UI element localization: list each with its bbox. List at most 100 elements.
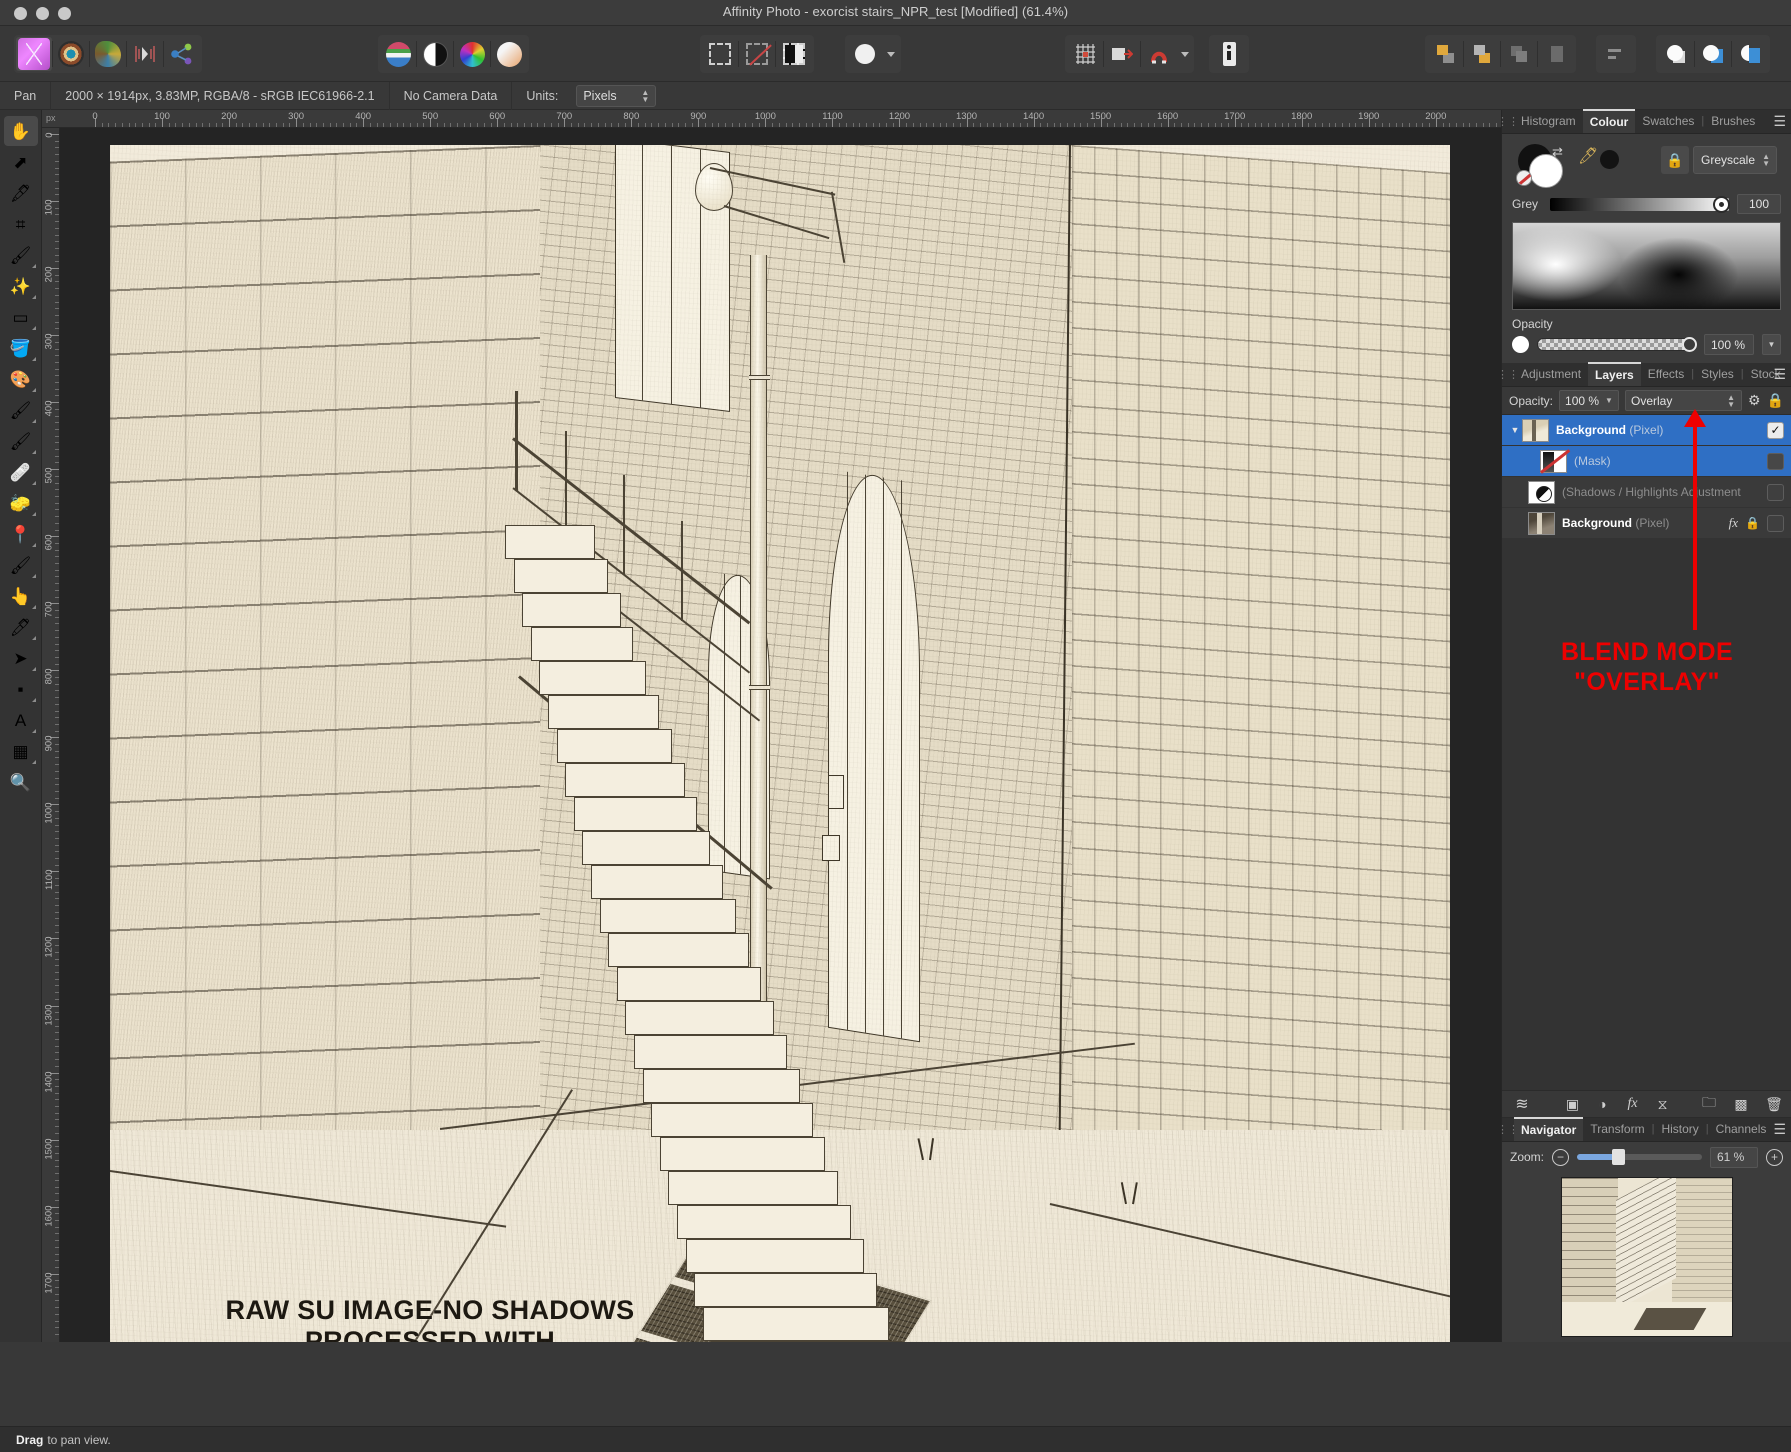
zoom-out-icon[interactable]: − [1552,1148,1570,1166]
table-row[interactable]: (Shadows / Highlights Adjustment [1502,477,1791,508]
navigator-preview[interactable] [1502,1172,1791,1342]
expand-collapse-icon[interactable]: ▼ [1508,425,1522,435]
no-colour-icon[interactable] [1516,170,1532,186]
mask-icon[interactable]: ▣ [1558,1096,1588,1113]
navigator-thumbnail[interactable] [1560,1177,1733,1337]
panel-menu-icon[interactable]: ☰ [1773,1122,1786,1136]
table-row[interactable]: Background (Pixel) fx 🔒 [1502,508,1791,539]
colour-gradient-field[interactable] [1512,222,1781,310]
panel-menu-icon[interactable]: ☰ [1773,367,1786,381]
clone-brush-tool[interactable]: 📍 [4,519,38,549]
liquify-persona-icon[interactable] [53,37,89,71]
move-to-front-icon[interactable] [1427,37,1463,71]
slider-knob[interactable] [1682,337,1697,352]
colour-opacity-slider[interactable] [1537,337,1697,352]
layer-visibility-checkbox[interactable] [1767,483,1784,501]
colour-wheel-icon[interactable] [454,37,490,71]
tab-brushes[interactable]: Brushes [1704,109,1762,133]
paint-mixer-tool[interactable]: 🎨 [4,364,38,394]
lock-layer-icon[interactable]: 🔒 [1767,392,1784,409]
pixel-layer-icon[interactable]: ▩ [1725,1096,1757,1113]
tab-swatches[interactable]: Swatches [1635,109,1701,133]
rectangle-shape-tool[interactable]: ▪ [4,674,38,704]
blemish-removal-tool[interactable]: ✨ [4,271,38,301]
panel-grip-icon[interactable]: ⋮⋮ [1497,109,1519,133]
move-forward-icon[interactable] [1464,37,1500,71]
blend-right-icon[interactable] [1732,37,1768,71]
artistic-text-tool[interactable]: A [4,705,38,735]
colour-model-select[interactable]: Greyscale ▲ ▼ [1693,146,1777,174]
grey-channel-slider[interactable] [1550,195,1730,213]
undo-brush-tool[interactable]: 🖌 [4,550,38,580]
snap-to-icon[interactable] [1104,37,1140,71]
tab-channels[interactable]: Channels [1709,1117,1774,1141]
canvas-viewport[interactable]: RAW SU IMAGE-NO SHADOWS PROCESSED WITH P… [60,128,1501,1342]
colour-adjust-icon[interactable] [380,37,416,71]
layer-opacity-field[interactable]: 100 % ▼ [1559,390,1620,411]
layer-visibility-checkbox[interactable] [1767,514,1784,532]
zoom-slider[interactable] [1577,1149,1702,1165]
blend-left-icon[interactable] [1658,37,1694,71]
dodge-brush-tool[interactable]: 🧽 [4,488,38,518]
table-row[interactable]: ▼ Background (Pixel) ✓ [1502,415,1791,446]
group-icon[interactable]: 🗀 [1693,1092,1725,1116]
grey-channel-value[interactable]: 100 [1737,194,1781,214]
units-select[interactable]: Pixels ▲ ▼ [576,84,657,107]
delete-layer-icon[interactable]: 🗑 [1757,1096,1791,1113]
magnet-dropdown-caret-icon[interactable] [1177,37,1192,71]
layer-visibility-checkbox[interactable]: ✓ [1767,421,1784,439]
blend-options-gear-icon[interactable]: ⚙ [1748,392,1761,409]
colour-picker-icon[interactable]: 🖊 [1578,146,1598,166]
adjustment-icon[interactable]: ◑ [1588,1096,1618,1112]
move-tool[interactable]: ⬈ [4,147,38,177]
node-tool[interactable]: ➤ [4,643,38,673]
colour-picker-tool[interactable]: 🖋 [4,178,38,208]
picked-colour-swatch[interactable] [1600,150,1619,169]
mask-ellipse-icon[interactable] [847,37,883,71]
colour-replacement-tool[interactable]: 🖌 [4,426,38,456]
horizontal-ruler[interactable]: px 0 100 200 300 400 500 600 700 800 900 1000 1100 1… [42,110,1501,128]
tab-layers[interactable]: Layers [1588,362,1641,386]
erase-brush-tool[interactable]: 🩹 [4,457,38,487]
photo-persona-icon[interactable] [16,37,52,71]
panel-grip-icon[interactable]: ⋮⋮ [1497,362,1519,386]
layer-list[interactable]: ▼ Background (Pixel) ✓ (Mask) (Shadows /… [1502,415,1791,539]
lock-icon[interactable]: 🔒 [1745,516,1760,530]
tab-effects[interactable]: Effects [1641,362,1691,386]
layer-visibility-checkbox[interactable] [1767,452,1784,470]
develop-persona-icon[interactable] [90,37,126,71]
layer-stack-icon[interactable]: ≋ [1502,1094,1542,1114]
move-to-back-icon[interactable] [1538,37,1574,71]
tab-colour[interactable]: Colour [1582,109,1636,133]
deselect-icon[interactable] [739,37,775,71]
marquee-select-icon[interactable] [702,37,738,71]
align-icon[interactable] [1598,37,1634,71]
lock-colour-model-icon[interactable]: 🔒 [1661,146,1689,174]
mask-dropdown-caret-icon[interactable] [883,37,899,71]
retouch-brush-tool[interactable]: 🖌 [4,240,38,270]
pen-tool[interactable]: 🖊 [4,612,38,642]
refine-selection-icon[interactable] [776,37,812,71]
panel-menu-icon[interactable]: ☰ [1773,114,1786,128]
tab-styles[interactable]: Styles [1694,362,1741,386]
slider-knob[interactable] [1612,1149,1625,1165]
contrast-icon[interactable] [417,37,453,71]
panel-grip-icon[interactable]: ⋮⋮ [1497,1117,1519,1141]
export-persona-icon[interactable] [164,37,200,71]
vertical-ruler[interactable]: 0 100 200 300 400 500 600 700 800 900 1000 1100 1200… [42,128,60,1342]
rectangular-marquee-tool[interactable]: ▭ [4,302,38,332]
zoom-tool[interactable]: 🔍 [4,767,38,797]
crop-tool[interactable]: ⌗ [4,209,38,239]
mesh-warp-tool[interactable]: ▦ [4,736,38,766]
live-filter-icon[interactable]: ⧖ [1648,1096,1678,1113]
tab-history[interactable]: History [1654,1117,1705,1141]
swap-colours-icon[interactable]: ⇄ [1552,144,1563,160]
tone-mapping-persona-icon[interactable] [127,37,163,71]
magnet-icon[interactable] [1141,37,1177,71]
flood-fill-tool[interactable]: 🪣 [4,333,38,363]
zoom-value[interactable]: 61 % [1710,1146,1758,1168]
colour-opacity-value[interactable]: 100 % [1704,334,1754,355]
smudge-brush-tool[interactable]: 👆 [4,581,38,611]
document-artboard[interactable]: RAW SU IMAGE-NO SHADOWS PROCESSED WITH P… [110,145,1450,1342]
grid-icon[interactable] [1067,37,1103,71]
